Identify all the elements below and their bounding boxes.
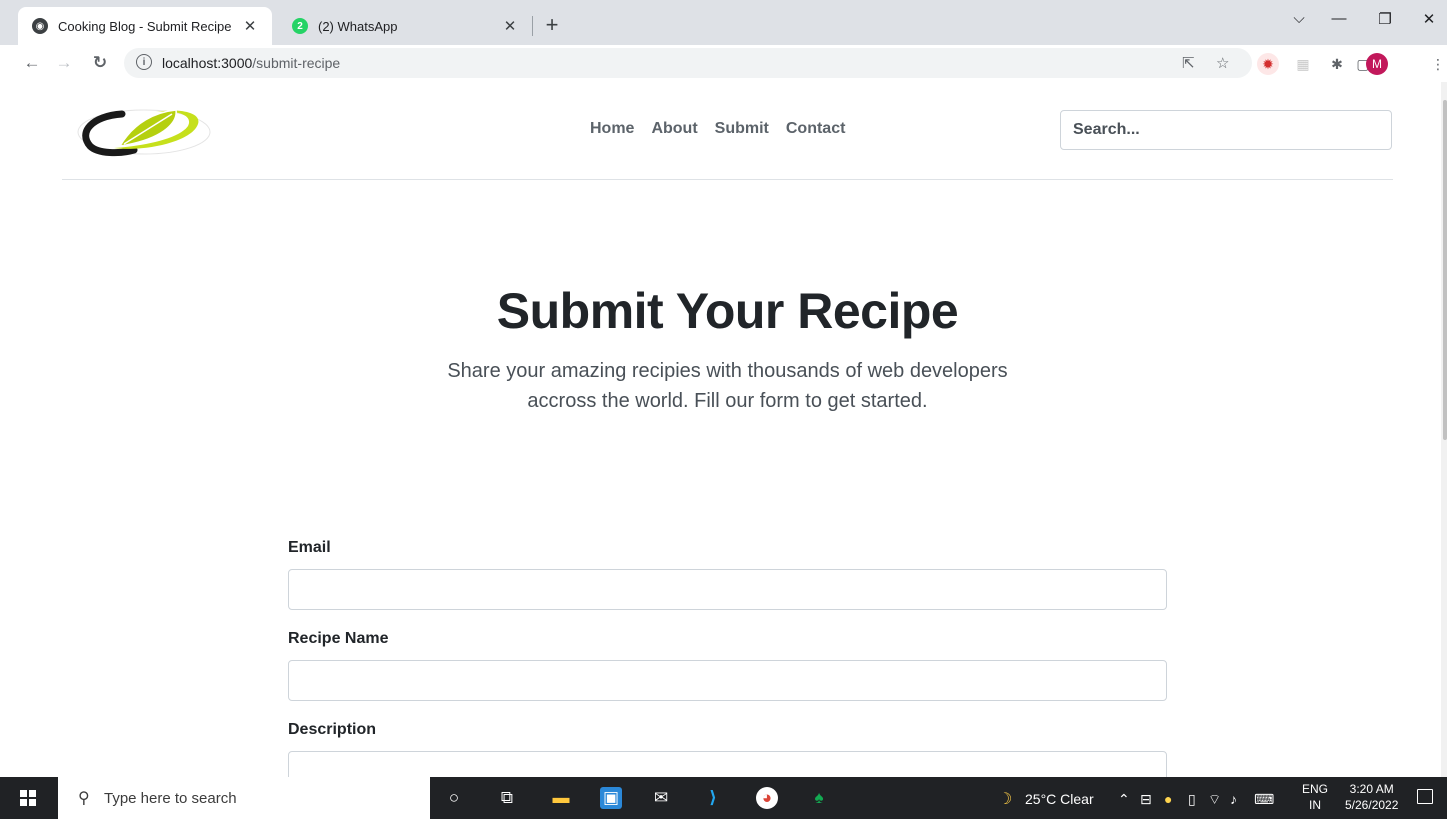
tab-title: (2) WhatsApp bbox=[318, 18, 398, 34]
site-header: Home About Submit Contact bbox=[62, 82, 1393, 180]
taskbar-search-placeholder: Type here to search bbox=[104, 790, 237, 807]
scrollbar-thumb[interactable] bbox=[1443, 100, 1447, 440]
star-icon[interactable]: ☆ bbox=[1216, 54, 1229, 72]
main-nav: Home About Submit Contact bbox=[590, 120, 845, 138]
tab-title: Cooking Blog - Submit Recipe bbox=[58, 18, 232, 34]
description-label: Description bbox=[288, 721, 377, 738]
cortana-icon[interactable]: ○ bbox=[443, 787, 465, 809]
browser-toolbar: ← → ↻ i localhost:3000/submit-recipe ⇱ ☆… bbox=[0, 45, 1447, 83]
windows-start-icon[interactable] bbox=[20, 790, 36, 806]
task-view-icon[interactable]: ⧉ bbox=[496, 787, 518, 809]
submit-recipe-form: Email Recipe Name Description bbox=[288, 538, 1167, 777]
tab-whatsapp[interactable]: 2 (2) WhatsApp ✕ bbox=[278, 7, 532, 45]
scrollbar[interactable] bbox=[1441, 82, 1447, 777]
mail-icon[interactable]: ✉ bbox=[650, 787, 672, 809]
app-tray-icon[interactable]: ● bbox=[1164, 791, 1172, 807]
wifi-icon[interactable]: ⌔ bbox=[1208, 791, 1221, 809]
vscode-icon[interactable]: ⟩ bbox=[702, 787, 724, 809]
address-bar[interactable]: i localhost:3000/submit-recipe ⇱ ☆ bbox=[124, 48, 1252, 78]
windows-taskbar: ⚲ Type here to search ○ ⧉ ▬ ▣ ✉ ⟩ ◕ ♠ ☽ … bbox=[0, 777, 1447, 819]
profile-avatar[interactable]: M bbox=[1366, 53, 1388, 75]
chrome-icon[interactable]: ◕ bbox=[756, 787, 778, 809]
nav-submit[interactable]: Submit bbox=[715, 120, 769, 138]
url-text[interactable]: localhost:3000/submit-recipe bbox=[162, 55, 340, 71]
reload-button[interactable]: ↻ bbox=[88, 51, 112, 75]
nav-about[interactable]: About bbox=[651, 120, 697, 138]
chevron-up-icon[interactable]: ⌃ bbox=[1118, 791, 1130, 808]
description-field[interactable] bbox=[288, 751, 1167, 777]
globe-icon: ◉ bbox=[32, 18, 48, 34]
tab-divider bbox=[532, 16, 533, 36]
restore-button[interactable]: ❐ bbox=[1370, 10, 1400, 34]
notification-icon[interactable] bbox=[1417, 789, 1433, 804]
battery-icon[interactable]: ▯ bbox=[1188, 791, 1196, 808]
tab-cooking-blog[interactable]: ◉ Cooking Blog - Submit Recipe ✕ bbox=[18, 7, 272, 45]
file-explorer-icon[interactable]: ▬ bbox=[550, 787, 572, 809]
page-title: Submit Your Recipe bbox=[496, 283, 959, 339]
email-label: Email bbox=[288, 539, 331, 556]
tab-strip: ◉ Cooking Blog - Submit Recipe ✕ 2 (2) W… bbox=[0, 0, 1447, 45]
bug-extension-icon[interactable]: ✹ bbox=[1257, 53, 1279, 75]
site-logo[interactable] bbox=[74, 102, 214, 162]
puzzle-icon[interactable]: ✱ bbox=[1326, 53, 1348, 75]
volume-icon[interactable]: ♪ bbox=[1230, 791, 1237, 807]
recipe-name-label: Recipe Name bbox=[288, 630, 389, 647]
close-icon[interactable]: ✕ bbox=[240, 16, 260, 36]
menu-icon[interactable]: ⋮ bbox=[1427, 53, 1447, 75]
recipe-name-field[interactable] bbox=[288, 660, 1167, 701]
share-icon[interactable]: ⇱ bbox=[1182, 54, 1195, 72]
close-icon[interactable]: ✕ bbox=[500, 16, 520, 36]
keyboard-icon[interactable]: ⌨ bbox=[1254, 791, 1274, 808]
search-icon: ⚲ bbox=[78, 790, 90, 807]
taskbar-search[interactable]: ⚲ Type here to search bbox=[58, 777, 430, 819]
weather-text[interactable]: 25°C Clear bbox=[1025, 791, 1094, 807]
page-subtitle: Share your amazing recipies with thousan… bbox=[447, 360, 1008, 412]
network-tray-icon[interactable]: ⊟ bbox=[1140, 791, 1152, 808]
forward-button[interactable]: → bbox=[52, 51, 76, 75]
tab-search-icon[interactable]: ⌵ bbox=[1284, 10, 1314, 34]
nav-home[interactable]: Home bbox=[590, 120, 634, 138]
clock[interactable]: 3:20 AM 5/26/2022 bbox=[1345, 781, 1398, 813]
search-input[interactable] bbox=[1060, 110, 1392, 150]
page-content: Home About Submit Contact Submit Your Re… bbox=[0, 82, 1447, 777]
whatsapp-icon: 2 bbox=[292, 18, 308, 34]
store-icon[interactable]: ▣ bbox=[600, 787, 622, 809]
language-indicator[interactable]: ENG IN bbox=[1302, 781, 1328, 813]
back-button[interactable]: ← bbox=[20, 51, 44, 75]
close-window-button[interactable]: ✕ bbox=[1414, 10, 1444, 34]
mongodb-compass-icon[interactable]: ♠ bbox=[808, 787, 830, 809]
nav-contact[interactable]: Contact bbox=[786, 120, 846, 138]
extension-icon[interactable]: ▦ bbox=[1292, 53, 1314, 75]
moon-icon: ☽ bbox=[998, 791, 1013, 808]
info-icon[interactable]: i bbox=[136, 54, 152, 70]
email-field[interactable] bbox=[288, 569, 1167, 610]
new-tab-button[interactable]: + bbox=[540, 14, 564, 38]
minimize-button[interactable]: — bbox=[1324, 10, 1354, 34]
